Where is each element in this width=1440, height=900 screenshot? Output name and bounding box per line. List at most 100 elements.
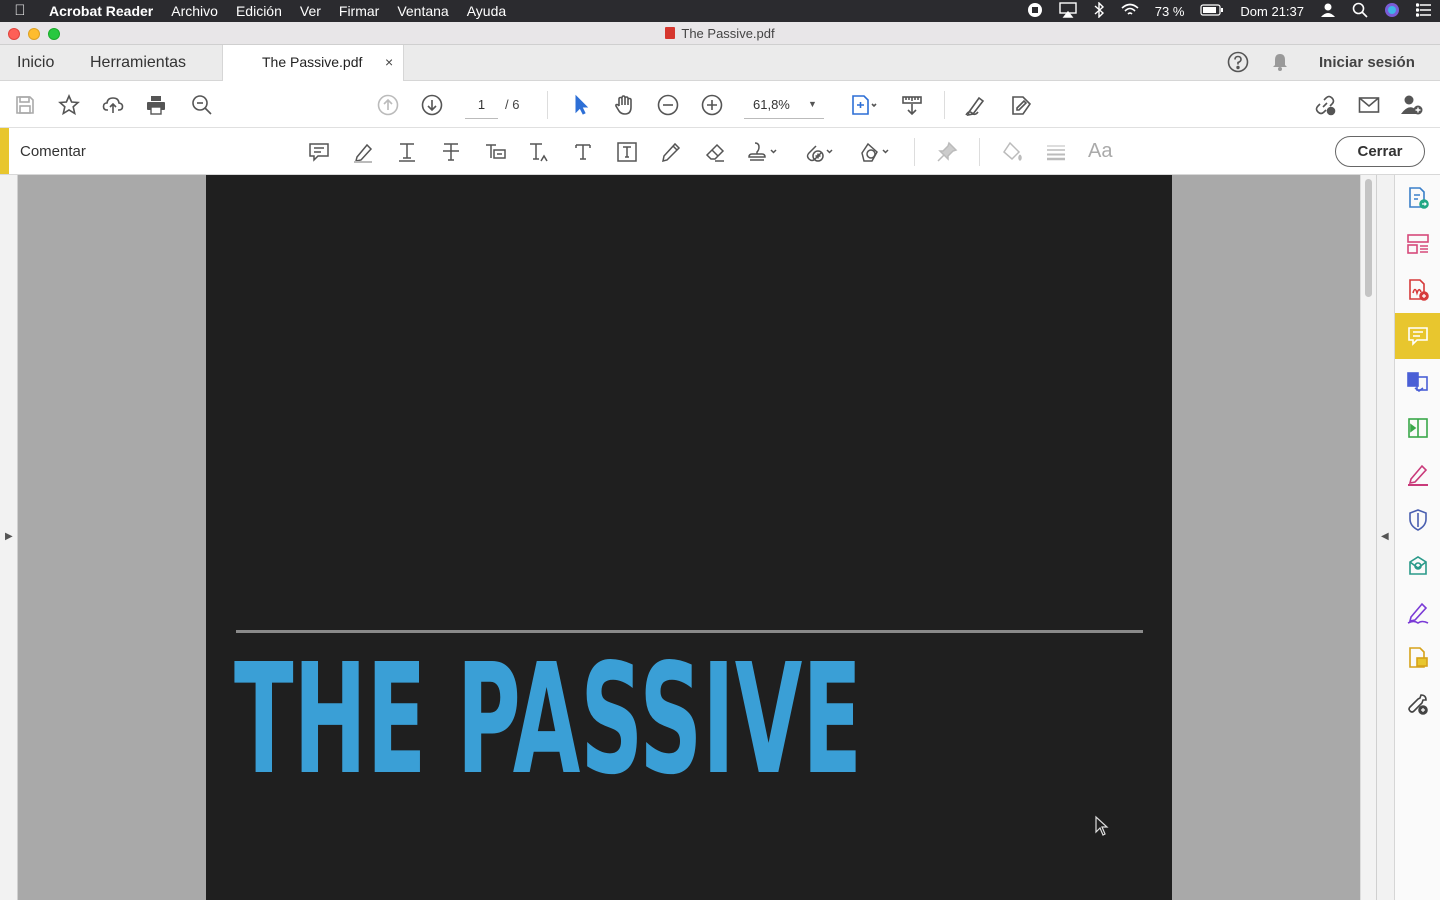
sign-in-button[interactable]: Iniciar sesión bbox=[1319, 45, 1415, 80]
right-tools-panel bbox=[1394, 175, 1440, 900]
send-track-icon[interactable] bbox=[1395, 359, 1440, 405]
highlight-icon[interactable] bbox=[349, 138, 377, 166]
zoom-window-button[interactable] bbox=[48, 28, 60, 40]
add-user-icon[interactable] bbox=[1398, 91, 1426, 119]
save-icon[interactable] bbox=[11, 91, 39, 119]
organize-pages-icon[interactable] bbox=[1395, 221, 1440, 267]
pencil-draw-icon[interactable] bbox=[657, 138, 685, 166]
menu-ventana[interactable]: Ventana bbox=[388, 0, 457, 22]
text-box-icon[interactable] bbox=[613, 138, 641, 166]
tab-document[interactable]: The Passive.pdf × bbox=[222, 45, 404, 81]
help-icon[interactable] bbox=[1227, 51, 1249, 78]
zoom-level-select[interactable]: 61,8% ▼ bbox=[744, 97, 824, 119]
scrollbar-thumb[interactable] bbox=[1365, 179, 1372, 297]
wifi-icon[interactable] bbox=[1121, 3, 1139, 20]
search-zoom-icon[interactable] bbox=[188, 91, 216, 119]
menu-archivo[interactable]: Archivo bbox=[162, 0, 227, 22]
scroll-mode-icon[interactable] bbox=[898, 91, 926, 119]
next-page-icon[interactable] bbox=[418, 91, 446, 119]
create-pdf-icon[interactable] bbox=[1395, 267, 1440, 313]
tab-inicio[interactable]: Inicio bbox=[17, 45, 54, 80]
request-signature-icon[interactable] bbox=[1395, 589, 1440, 635]
attach-file-icon[interactable] bbox=[801, 138, 839, 166]
fill-and-sign-icon[interactable] bbox=[1395, 451, 1440, 497]
main-toolbar: 1 / 6 61,8% ▼ bbox=[0, 81, 1440, 128]
app-menu[interactable]: Acrobat Reader bbox=[40, 0, 162, 22]
pdf-page: THE PASSIVE bbox=[206, 175, 1172, 900]
document-heading-text: THE PASSIVE bbox=[234, 640, 862, 775]
upload-cloud-icon[interactable] bbox=[99, 91, 127, 119]
battery-icon[interactable] bbox=[1200, 3, 1224, 19]
print-icon[interactable] bbox=[142, 91, 170, 119]
strikethrough-text-icon[interactable] bbox=[437, 138, 465, 166]
share-link-icon[interactable] bbox=[1311, 91, 1339, 119]
sticky-note-icon[interactable] bbox=[305, 138, 333, 166]
hand-tool-icon[interactable] bbox=[610, 91, 638, 119]
clock[interactable]: Dom 21:37 bbox=[1240, 4, 1304, 19]
menu-ayuda[interactable]: Ayuda bbox=[458, 0, 515, 22]
comment-toolbar: Comentar Aa Cerrar bbox=[0, 128, 1440, 175]
tab-document-label: The Passive.pdf bbox=[262, 54, 363, 70]
send-for-review-icon[interactable] bbox=[1395, 543, 1440, 589]
expand-left-panel-icon[interactable]: ▶ bbox=[5, 531, 13, 542]
zoom-in-icon[interactable] bbox=[698, 91, 726, 119]
eraser-icon[interactable] bbox=[701, 138, 729, 166]
add-text-icon[interactable] bbox=[569, 138, 597, 166]
airplay-icon[interactable] bbox=[1059, 1, 1077, 21]
zoom-out-icon[interactable] bbox=[654, 91, 682, 119]
screen-record-icon[interactable] bbox=[1027, 2, 1043, 21]
shapes-icon[interactable] bbox=[857, 138, 895, 166]
compare-files-icon[interactable] bbox=[1395, 405, 1440, 451]
toolbar-divider bbox=[944, 91, 945, 119]
document-viewer[interactable]: THE PASSIVE bbox=[18, 175, 1360, 900]
spotlight-search-icon[interactable] bbox=[1352, 2, 1368, 21]
comment-accent-bar bbox=[0, 128, 9, 174]
user-icon[interactable] bbox=[1320, 2, 1336, 21]
stamp-icon[interactable] bbox=[745, 138, 783, 166]
siri-icon[interactable] bbox=[1384, 2, 1400, 21]
close-tab-icon[interactable]: × bbox=[385, 45, 393, 80]
window-title: The Passive.pdf bbox=[681, 25, 775, 41]
apple-menu-icon[interactable]:  bbox=[0, 0, 40, 22]
insert-text-icon[interactable] bbox=[525, 138, 553, 166]
fill-sign-icon[interactable] bbox=[962, 91, 990, 119]
email-icon[interactable] bbox=[1355, 91, 1383, 119]
macos-menubar:  Acrobat Reader Archivo Edición Ver Fir… bbox=[0, 0, 1440, 22]
mouse-cursor-icon bbox=[1094, 815, 1110, 842]
bookmark-star-icon[interactable] bbox=[55, 91, 83, 119]
replace-text-icon[interactable] bbox=[481, 138, 509, 166]
underline-text-icon[interactable] bbox=[393, 138, 421, 166]
menu-firmar[interactable]: Firmar bbox=[330, 0, 388, 22]
document-heading: THE PASSIVE bbox=[234, 632, 934, 809]
export-pdf-icon[interactable] bbox=[1395, 175, 1440, 221]
previous-page-icon[interactable] bbox=[374, 91, 402, 119]
select-cursor-icon[interactable] bbox=[566, 91, 594, 119]
vertical-scrollbar[interactable] bbox=[1360, 175, 1376, 900]
zoom-level-value: 61,8% bbox=[753, 97, 790, 112]
bluetooth-icon[interactable] bbox=[1093, 0, 1105, 21]
page-fit-icon[interactable] bbox=[848, 91, 880, 119]
toolbar-divider bbox=[914, 138, 915, 166]
page-number-input[interactable]: 1 bbox=[465, 97, 498, 119]
comment-tool-icon[interactable] bbox=[1395, 313, 1440, 359]
pin-icon[interactable] bbox=[933, 138, 961, 166]
tab-herramientas[interactable]: Herramientas bbox=[90, 45, 186, 80]
close-comment-button[interactable]: Cerrar bbox=[1335, 136, 1425, 167]
text-properties-icon[interactable]: Aa bbox=[1088, 140, 1112, 163]
collapse-right-panel-icon[interactable]: ◀ bbox=[1381, 531, 1389, 542]
notification-center-icon[interactable] bbox=[1415, 2, 1432, 20]
fill-color-icon[interactable] bbox=[998, 138, 1026, 166]
menu-edicion[interactable]: Edición bbox=[227, 0, 291, 22]
line-weight-icon[interactable] bbox=[1042, 138, 1070, 166]
menu-ver[interactable]: Ver bbox=[291, 0, 330, 22]
protect-shield-icon[interactable] bbox=[1395, 497, 1440, 543]
horizontal-rule bbox=[236, 630, 1143, 633]
minimize-window-button[interactable] bbox=[28, 28, 40, 40]
notifications-bell-icon[interactable] bbox=[1270, 52, 1290, 77]
more-tools-file-icon[interactable] bbox=[1395, 635, 1440, 681]
close-window-button[interactable] bbox=[8, 28, 20, 40]
customize-tools-wrench-icon[interactable] bbox=[1395, 681, 1440, 727]
battery-percent: 73 % bbox=[1154, 3, 1185, 19]
window-title-bar: The Passive.pdf bbox=[0, 22, 1440, 45]
edit-tag-icon[interactable] bbox=[1007, 91, 1035, 119]
